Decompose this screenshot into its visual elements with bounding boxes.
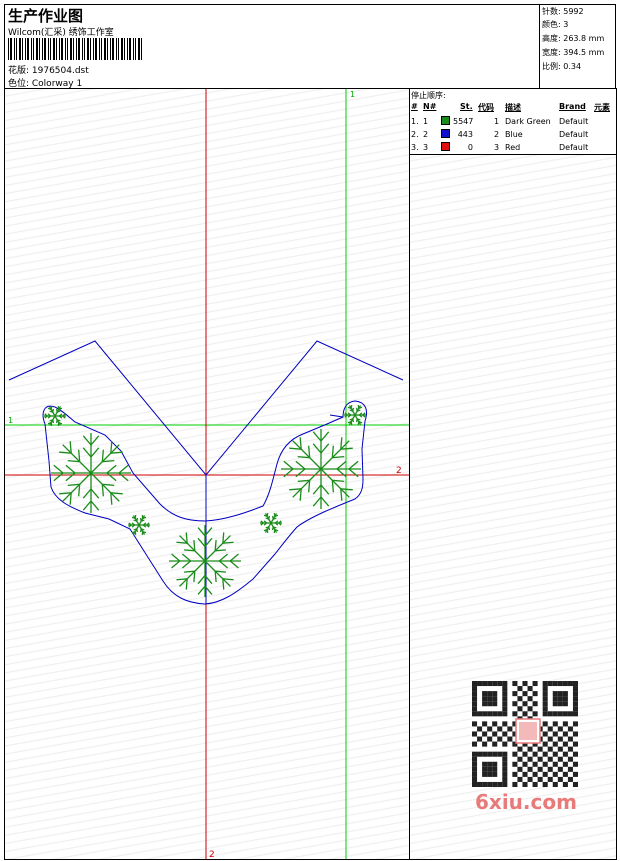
stitch-motif <box>44 405 66 427</box>
row-1-stitches: 5547 <box>453 117 474 126</box>
qr-code <box>472 681 578 787</box>
stitch-count: 针数: 5992 <box>542 7 584 16</box>
row-3-brand: Default <box>559 143 589 152</box>
row-1-needle: 1 <box>423 117 429 126</box>
row-3-needle: 3 <box>423 143 429 152</box>
green-vertical-guide-label: 1 <box>350 90 355 99</box>
row-3-stitches: 0 <box>467 143 473 152</box>
row-2-needle: 2 <box>423 130 429 139</box>
row-3-index: 3. <box>411 143 419 152</box>
row-1-brand: Default <box>559 117 589 126</box>
row-2-stitches: 443 <box>457 130 473 139</box>
row-1-code: 1 <box>494 117 500 126</box>
stitch-motif <box>281 429 361 509</box>
design-width: 宽度: 394.5 mm <box>542 48 605 57</box>
column-header-description: 描述 <box>505 103 521 112</box>
row-3-description: Red <box>505 143 521 152</box>
row-2-index: 2. <box>411 130 419 139</box>
stitch-motif <box>344 404 366 426</box>
green-horizontal-guide-label: 1 <box>8 416 13 425</box>
design-file-label: 花版: 1976504.dst <box>8 66 89 76</box>
watermark-text: 6xiu.com <box>475 790 577 814</box>
column-header-index: # <box>411 102 418 111</box>
row-1-index: 1. <box>411 117 419 126</box>
stitch-motif <box>260 512 282 534</box>
red-horizontal-guide-label: 2 <box>396 466 402 476</box>
stitch-motif <box>51 433 131 513</box>
column-header-needle: N# <box>423 102 437 111</box>
row-2-brand: Default <box>559 130 589 139</box>
row-3-color-swatch <box>441 142 450 151</box>
design-drawing: 1 1 2 2 <box>5 89 409 859</box>
page-title: 生产作业图 <box>8 7 84 25</box>
column-header-code: 代码 <box>478 103 494 112</box>
row-3-code: 3 <box>494 143 500 152</box>
column-header-brand: Brand <box>559 102 586 111</box>
column-header-element: 元素 <box>594 103 610 112</box>
stitch-motifs <box>44 404 366 597</box>
row-2-description: Blue <box>505 130 523 139</box>
color-count: 颜色: 3 <box>542 20 569 29</box>
barcode <box>8 38 142 60</box>
design-scale: 比例: 0.34 <box>542 62 582 71</box>
header-panel: 生产作业图 Wilcom(汇采) 绣饰工作室 花版: 1976504.dst 色… <box>4 4 540 89</box>
column-header-stitches: St. <box>460 102 473 111</box>
stitch-motif <box>169 525 241 597</box>
red-vertical-guide-label: 2 <box>209 850 215 859</box>
stats-panel: 针数: 5992 颜色: 3 高度: 263.8 mm 宽度: 394.5 mm… <box>539 4 616 89</box>
design-height: 高度: 263.8 mm <box>542 34 605 43</box>
row-2-color-swatch <box>441 129 450 138</box>
row-1-color-swatch <box>441 116 450 125</box>
company-name: Wilcom(汇采) 绣饰工作室 <box>8 28 114 38</box>
design-canvas: 1 1 2 2 <box>4 88 410 860</box>
stop-sequence-title: 停止顺序: <box>411 91 446 100</box>
row-1-description: Dark Green <box>505 117 551 126</box>
stop-sequence-table: 停止顺序: # N# St. 代码 描述 Brand 元素 1. 1 5547 … <box>410 89 616 155</box>
row-2-code: 2 <box>494 130 500 139</box>
